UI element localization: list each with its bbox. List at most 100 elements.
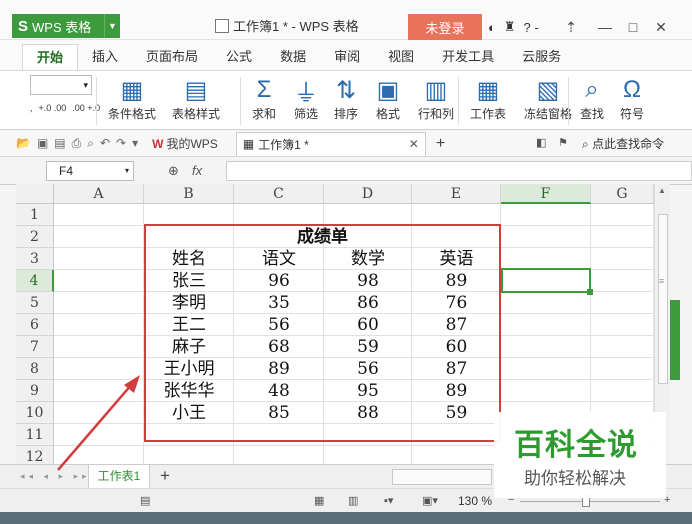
chevron-down-icon[interactable]: ▼ xyxy=(104,14,120,38)
scroll-up-icon[interactable]: ▲ xyxy=(658,186,666,195)
row-header-10[interactable]: 10 xyxy=(16,402,54,424)
ribbon-tool-freeze-panes[interactable]: ▧ 冻结窗格 xyxy=(524,75,572,123)
row-header-5[interactable]: 5 xyxy=(16,292,54,314)
column-header-e[interactable]: E xyxy=(412,184,501,204)
help-button[interactable]: ? - xyxy=(524,20,539,35)
open-folder-icon[interactable]: 📂 xyxy=(16,136,31,151)
row-header-1[interactable]: 1 xyxy=(16,204,54,226)
print-icon[interactable]: ⎙ xyxy=(72,136,82,151)
add-sheet-button[interactable]: + xyxy=(160,466,170,486)
minimize-button[interactable]: — xyxy=(592,14,618,40)
ribbon-tool-filter[interactable]: ⏚ 筛选 xyxy=(294,75,318,123)
zoom-slider[interactable] xyxy=(520,501,660,502)
row-header-11[interactable]: 11 xyxy=(16,424,54,446)
ribbon-tool-conditional-format[interactable]: ▦ 条件格式 xyxy=(108,75,156,123)
close-button[interactable]: ✕ xyxy=(648,14,674,40)
select-all-corner[interactable] xyxy=(16,184,54,204)
shirt-icon[interactable]: ♜ xyxy=(504,19,516,35)
number-format-button[interactable]: , xyxy=(30,103,33,113)
row-header-7[interactable]: 7 xyxy=(16,336,54,358)
print-preview-icon[interactable]: ⌕ xyxy=(87,136,94,151)
ribbon-tool-symbol[interactable]: Ω 符号 xyxy=(620,75,644,123)
row-header-4[interactable]: 4 xyxy=(16,270,54,292)
name-box-value: F4 xyxy=(59,164,74,178)
tab-8[interactable]: 云服务 xyxy=(508,44,575,70)
my-wps-label: 我的WPS xyxy=(166,137,218,151)
filter-icon: ⏚ xyxy=(294,79,318,107)
horizontal-scrollbar[interactable] xyxy=(392,469,492,485)
name-box[interactable]: F4 ▾ xyxy=(46,161,134,181)
ribbon-tool-label: 筛选 xyxy=(294,107,319,121)
flag-icon[interactable]: ⚑ xyxy=(558,136,568,149)
spreadsheet-doc-icon xyxy=(215,18,229,33)
undo-icon[interactable]: ↶ xyxy=(100,136,110,151)
page-layout-view-icon[interactable]: ▥ xyxy=(348,494,358,507)
ribbon-tool-table-style[interactable]: ▤ 表格样式 xyxy=(172,75,220,123)
restore-button[interactable]: □ xyxy=(620,14,646,40)
worksheet-icon: ▦ xyxy=(476,76,500,104)
file-icon[interactable]: ◧ xyxy=(536,136,546,149)
tab-2[interactable]: 页面布局 xyxy=(132,44,212,70)
ribbon-tool-label: 冻结窗格 xyxy=(524,107,573,121)
column-header-f[interactable]: F xyxy=(501,184,591,204)
row-header-9[interactable]: 9 xyxy=(16,380,54,402)
tab-6[interactable]: 视图 xyxy=(374,44,428,70)
ribbon-tool-worksheet[interactable]: ▦ 工作表 xyxy=(470,75,506,123)
number-format-button[interactable]: +.0 .00 xyxy=(39,103,67,113)
row-header-8[interactable]: 8 xyxy=(16,358,54,380)
skin-icon[interactable]: ◐ xyxy=(488,20,496,35)
ribbon-tool-find[interactable]: ⌕ 查找 xyxy=(580,75,604,123)
normal-view-icon[interactable]: ▦ xyxy=(314,494,324,507)
tab-3[interactable]: 公式 xyxy=(212,44,266,70)
redo-icon[interactable]: ↷ xyxy=(116,136,126,151)
macro-record-icon[interactable]: ▤ xyxy=(140,494,150,507)
column-header-g[interactable]: G xyxy=(591,184,654,204)
customize-chevron-icon[interactable]: ▾ xyxy=(132,136,138,151)
side-panel-toggle[interactable] xyxy=(670,300,680,380)
rows-columns-icon: ▥ xyxy=(424,76,448,104)
app-menu-button[interactable]: S WPS 表格 ▼ xyxy=(12,14,120,38)
zoom-level[interactable]: 130 % xyxy=(458,494,492,508)
ribbon-tool-sort[interactable]: ⇅ 排序 xyxy=(334,75,358,123)
font-size-combo[interactable]: ▾ xyxy=(30,75,92,95)
zoom-lens-icon[interactable]: ⊕ xyxy=(168,163,179,179)
active-cell[interactable] xyxy=(501,268,593,295)
my-wps-tab[interactable]: W 我的WPS xyxy=(152,135,218,152)
row-header-2[interactable]: 2 xyxy=(16,226,54,248)
page-break-view-icon[interactable]: ▪▾ xyxy=(384,494,393,507)
tab-5[interactable]: 审阅 xyxy=(320,44,374,70)
column-header-c[interactable]: C xyxy=(234,184,324,204)
quick-access-icons: 📂 ▣ ▤ ⎙ ⌕ ↶ ↷ ▾ xyxy=(0,136,138,151)
login-button[interactable]: 未登录 xyxy=(408,14,482,40)
column-header-d[interactable]: D xyxy=(324,184,412,204)
fill-handle[interactable] xyxy=(587,289,593,295)
row-header-12[interactable]: 12 xyxy=(16,446,54,464)
ribbon-tool-format[interactable]: ▣ 格式 xyxy=(376,75,400,123)
column-header-b[interactable]: B xyxy=(144,184,234,204)
export-pdf-icon[interactable]: ▤ xyxy=(54,136,65,151)
chevron-down-icon[interactable]: ▾ xyxy=(125,162,129,180)
scroll-thumb[interactable] xyxy=(658,214,668,384)
ribbon-tool-label: 格式 xyxy=(376,107,401,121)
new-tab-icon[interactable]: + xyxy=(436,135,445,153)
sheet-tab[interactable]: 工作表1 xyxy=(88,465,150,489)
tab-0[interactable]: 开始 xyxy=(22,44,79,70)
save-icon[interactable]: ▣ xyxy=(37,136,48,151)
ribbon-tool-rows-columns[interactable]: ▥ 行和列 xyxy=(418,75,454,123)
document-tab[interactable]: ▦ 工作簿1 * ✕ xyxy=(235,131,426,156)
row-header-3[interactable]: 3 xyxy=(16,248,54,270)
tab-7[interactable]: 开发工具 xyxy=(428,44,508,70)
reading-mode-icon[interactable]: ▣▾ xyxy=(422,494,438,507)
find-command-box[interactable]: ⌕ 点此查找命令 xyxy=(582,135,664,152)
close-tab-icon[interactable]: ✕ xyxy=(409,137,419,151)
fx-icon[interactable]: fx xyxy=(192,163,202,178)
conditional-format-icon: ▦ xyxy=(120,76,144,104)
sheet-nav-arrows[interactable]: ◂◂ ◂ ▸ ▸▸ xyxy=(20,471,91,482)
formula-input[interactable] xyxy=(226,161,692,181)
tab-1[interactable]: 插入 xyxy=(78,44,132,70)
collapse-ribbon-icon[interactable]: ⇡ xyxy=(558,14,584,40)
row-header-6[interactable]: 6 xyxy=(16,314,54,336)
ribbon-tool-sum[interactable]: Σ 求和 xyxy=(252,75,276,123)
column-header-a[interactable]: A xyxy=(54,184,144,204)
tab-4[interactable]: 数据 xyxy=(266,44,320,70)
